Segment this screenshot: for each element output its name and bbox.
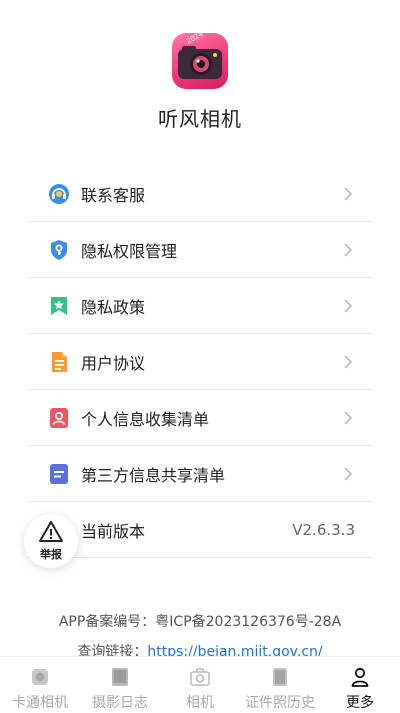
bookmark-star-icon bbox=[48, 295, 70, 317]
headset-icon bbox=[48, 183, 70, 205]
chevron-right-icon bbox=[343, 186, 353, 201]
menu-item-privacy-permissions[interactable]: 隐私权限管理 bbox=[28, 222, 373, 278]
book-icon bbox=[112, 668, 128, 686]
tab-cartoon-camera[interactable]: 卡通相机 bbox=[0, 657, 80, 713]
id-photo-icon bbox=[273, 668, 287, 686]
person-icon bbox=[351, 667, 369, 687]
settings-menu: 联系客服 隐私权限管理 隐私政策 用户协议 个人信息收集清单 第三方信息共享清单… bbox=[28, 166, 373, 558]
tab-label: 摄影日志 bbox=[92, 695, 148, 711]
tab-label: 证件照历史 bbox=[245, 695, 315, 711]
warning-icon bbox=[39, 521, 63, 542]
app-logo-icon: 2024 bbox=[172, 33, 228, 89]
cartoon-camera-icon bbox=[32, 669, 48, 685]
bottom-tab-bar: 卡通相机 摄影日志 相机 证件照历史 更多 bbox=[0, 656, 400, 713]
report-label: 举报 bbox=[40, 548, 62, 561]
app-name: 听风相机 bbox=[158, 107, 242, 131]
person-card-icon bbox=[48, 407, 70, 429]
camera-icon bbox=[190, 668, 210, 686]
chevron-right-icon bbox=[343, 466, 353, 481]
icp-record: APP备案编号：粤ICP备2023126376号-28A bbox=[58, 614, 342, 630]
menu-item-label: 隐私权限管理 bbox=[81, 241, 178, 261]
menu-item-label: 用户协议 bbox=[81, 353, 146, 373]
list-card-icon bbox=[48, 463, 70, 485]
tab-label: 相机 bbox=[186, 695, 214, 711]
menu-item-label: 联系客服 bbox=[81, 185, 146, 205]
chevron-right-icon bbox=[343, 242, 353, 257]
tab-more[interactable]: 更多 bbox=[320, 657, 400, 713]
menu-item-label: 当前版本 bbox=[81, 521, 146, 541]
menu-item-current-version: 当前版本 V2.6.3.3 bbox=[28, 502, 373, 558]
menu-item-user-agreement[interactable]: 用户协议 bbox=[28, 334, 373, 390]
tab-label: 卡通相机 bbox=[12, 695, 68, 711]
report-button[interactable]: 举报 bbox=[24, 514, 78, 568]
menu-item-label: 隐私政策 bbox=[81, 297, 146, 317]
menu-item-third-party-sharing[interactable]: 第三方信息共享清单 bbox=[28, 446, 373, 502]
svg-text:2024: 2024 bbox=[185, 33, 205, 46]
tab-label: 更多 bbox=[346, 695, 374, 711]
menu-item-personal-info-list[interactable]: 个人信息收集清单 bbox=[28, 390, 373, 446]
chevron-right-icon bbox=[343, 298, 353, 313]
tab-photo-journal[interactable]: 摄影日志 bbox=[80, 657, 160, 713]
version-value: V2.6.3.3 bbox=[292, 520, 355, 539]
chevron-right-icon bbox=[343, 354, 353, 369]
chevron-right-icon bbox=[343, 410, 353, 425]
document-icon bbox=[48, 351, 70, 373]
menu-item-customer-service[interactable]: 联系客服 bbox=[28, 166, 373, 222]
menu-item-label: 第三方信息共享清单 bbox=[81, 465, 226, 485]
tab-id-photo-history[interactable]: 证件照历史 bbox=[240, 657, 320, 713]
menu-item-privacy-policy[interactable]: 隐私政策 bbox=[28, 278, 373, 334]
shield-key-icon bbox=[48, 239, 70, 261]
menu-item-label: 个人信息收集清单 bbox=[81, 409, 210, 429]
tab-camera[interactable]: 相机 bbox=[160, 657, 240, 713]
